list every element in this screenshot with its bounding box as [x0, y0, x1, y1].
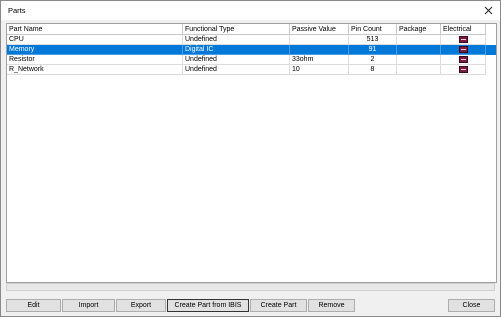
passive-value-cell: 10	[290, 65, 349, 75]
package-cell	[397, 65, 441, 75]
window-title: Parts	[8, 6, 26, 15]
electrical-model-icon	[458, 36, 468, 43]
column-header-part-name[interactable]: Part Name	[7, 24, 183, 35]
column-header-package[interactable]: Package	[397, 24, 441, 35]
pin-count-cell: 91	[349, 45, 397, 55]
passive-value-cell: 33ohm	[290, 55, 349, 65]
horizontal-scrollbar[interactable]	[6, 283, 495, 291]
electrical-cell[interactable]	[441, 55, 486, 65]
electrical-cell[interactable]	[441, 45, 486, 55]
close-icon	[484, 6, 492, 15]
column-header-passive-value[interactable]: Passive Value	[290, 24, 349, 35]
close-button[interactable]: Close	[448, 299, 495, 312]
export-button[interactable]: Export	[116, 299, 166, 312]
import-button[interactable]: Import	[62, 299, 115, 312]
electrical-model-icon	[458, 46, 468, 53]
functional-type-cell: Undefined	[183, 55, 290, 65]
functional-type-cell: Digital IC	[183, 45, 290, 55]
table-row[interactable]: CPU Undefined 513	[7, 35, 496, 45]
electrical-model-icon	[458, 66, 468, 73]
passive-value-cell	[290, 35, 349, 45]
electrical-cell[interactable]	[441, 35, 486, 45]
column-header-electrical[interactable]: Electrical	[441, 24, 486, 35]
package-cell	[397, 45, 441, 55]
parts-table: Part Name Functional Type Passive Value …	[6, 23, 497, 283]
package-cell	[397, 55, 441, 65]
electrical-cell[interactable]	[441, 65, 486, 75]
close-window-button[interactable]	[476, 1, 500, 20]
functional-type-cell: Undefined	[183, 35, 290, 45]
part-name-cell: Memory	[7, 45, 183, 55]
create-part-button[interactable]: Create Part	[250, 299, 307, 312]
create-part-from-ibis-button[interactable]: Create Part from IBIS	[167, 299, 249, 312]
title-bar: Parts	[1, 1, 500, 20]
functional-type-cell: Undefined	[183, 65, 290, 75]
package-cell	[397, 35, 441, 45]
electrical-model-icon	[458, 56, 468, 63]
table-header: Part Name Functional Type Passive Value …	[7, 24, 496, 35]
pin-count-cell: 513	[349, 35, 397, 45]
column-header-functional-type[interactable]: Functional Type	[183, 24, 290, 35]
edit-button[interactable]: Edit	[6, 299, 61, 312]
pin-count-cell: 8	[349, 65, 397, 75]
remove-button[interactable]: Remove	[308, 299, 355, 312]
part-name-cell: R_Network	[7, 65, 183, 75]
table-row[interactable]: R_Network Undefined 10 8	[7, 65, 496, 75]
column-header-pin-count[interactable]: Pin Count	[349, 24, 397, 35]
table-row[interactable]: Resistor Undefined 33ohm 2	[7, 55, 496, 65]
part-name-cell: CPU	[7, 35, 183, 45]
passive-value-cell	[290, 45, 349, 55]
pin-count-cell: 2	[349, 55, 397, 65]
parts-dialog: Parts Part Name Functional Type Passive …	[0, 0, 501, 317]
part-name-cell: Resistor	[7, 55, 183, 65]
table-row-selected[interactable]: Memory Digital IC 91	[7, 45, 496, 55]
